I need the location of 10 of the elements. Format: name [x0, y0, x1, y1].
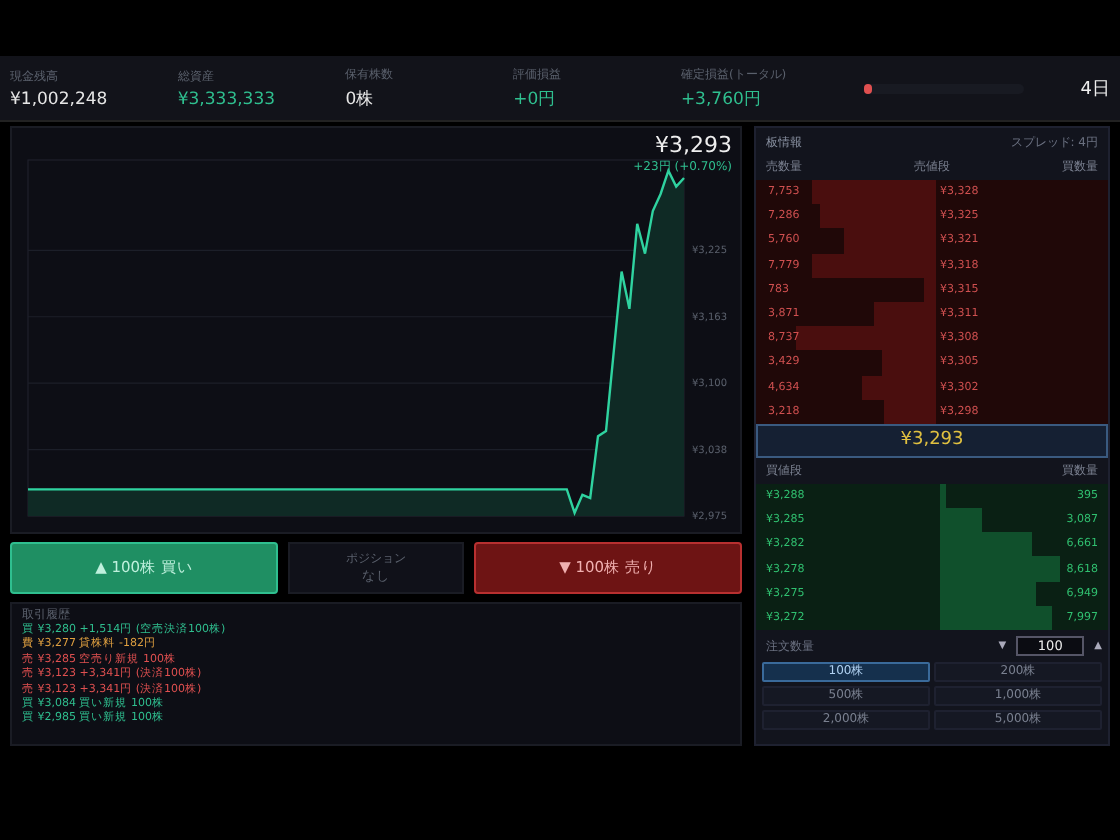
stat-value: ¥1,002,248	[10, 89, 110, 109]
stat-value: +3,760円	[680, 87, 764, 111]
volume-bar	[940, 605, 1052, 630]
day-counter: 4日	[1080, 77, 1111, 101]
stat-value: 0株	[345, 87, 377, 111]
mid-price: ¥3,293	[756, 423, 1108, 458]
current-price: ¥3,293	[655, 132, 732, 158]
stat-value: +0円	[513, 87, 559, 111]
stat-value: ¥3,333,333	[177, 89, 278, 109]
volume-bar	[811, 180, 936, 205]
